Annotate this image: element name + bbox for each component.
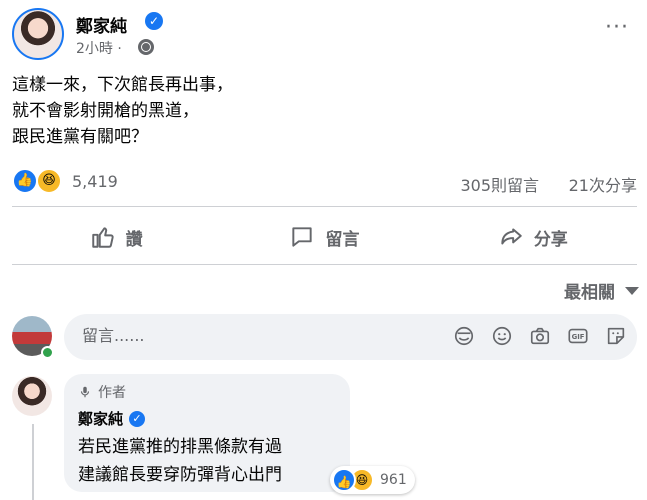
comment-count[interactable]: 305則留言 <box>460 172 539 196</box>
comment-line: 建議館長要穿防彈背心出門 <box>78 465 282 485</box>
action-bar: 讚 留言 分享 <box>12 212 637 262</box>
caret-down-icon <box>625 286 639 295</box>
sort-label: 最相關 <box>564 283 615 303</box>
comment-text: 若民進黨推的排黑條款有過 建議館長要穿防彈背心出門 <box>78 433 336 489</box>
gif-label: GIF <box>572 333 585 341</box>
comment-button[interactable]: 留言 <box>220 212 428 262</box>
comment-input[interactable] <box>82 326 442 345</box>
time-separator: · <box>117 41 122 57</box>
comment-item: 作者 鄭家純 ✓ 若民進黨推的排黑條款有過 建議館長要穿防彈背心出門 👍 😆 9… <box>12 374 637 500</box>
verified-icon: ✓ <box>129 410 146 427</box>
share-count[interactable]: 21次分享 <box>569 172 637 196</box>
composer-tools: GIF <box>453 325 627 347</box>
comment-reaction-count: 961 <box>380 472 407 488</box>
comment-reactions[interactable]: 👍 😆 961 <box>330 466 415 494</box>
sticker-icon[interactable] <box>605 325 627 347</box>
author-name[interactable]: 鄭家純 <box>76 12 127 37</box>
avatar-sticker-icon[interactable] <box>453 325 475 347</box>
like-icon[interactable]: 👍 <box>12 168 38 194</box>
divider <box>12 264 637 265</box>
author-badge: 作者 <box>78 382 336 402</box>
like-label: 讚 <box>125 229 143 250</box>
gif-icon[interactable]: GIF <box>567 325 589 347</box>
reaction-count[interactable]: 5,419 <box>72 172 118 191</box>
thread-line <box>32 424 34 500</box>
like-icon: 👍 <box>332 468 356 492</box>
post-header: 鄭家純 ✓ 2小時 · ··· <box>12 8 637 64</box>
reactions-summary: 👍 😆 5,419 305則留言 21次分享 <box>12 168 637 196</box>
comment-icon <box>292 227 313 247</box>
share-icon <box>501 228 522 245</box>
post-text: 這樣一來，下次館長再出事， 就不會影射開槍的黑道， 跟民進黨有關吧？ <box>12 72 632 150</box>
comment-line: 若民進黨推的排黑條款有過 <box>78 437 282 457</box>
commenter-avatar[interactable] <box>12 376 52 416</box>
author-badge-label: 作者 <box>98 385 126 401</box>
sort-dropdown[interactable]: 最相關 <box>564 278 639 303</box>
online-status-icon <box>41 346 54 359</box>
globe-icon[interactable] <box>138 39 154 55</box>
camera-icon[interactable] <box>529 325 551 347</box>
share-label: 分享 <box>533 229 568 250</box>
haha-icon[interactable]: 😆 <box>36 168 62 194</box>
post-timestamp[interactable]: 2小時 · <box>76 38 122 58</box>
comment-author-name[interactable]: 鄭家純 <box>78 408 123 429</box>
comment-bubble: 作者 鄭家純 ✓ 若民進黨推的排黑條款有過 建議館長要穿防彈背心出門 <box>64 374 350 492</box>
post-line: 就不會影射開槍的黑道， <box>12 101 199 121</box>
post-line: 這樣一來，下次館長再出事， <box>12 75 233 95</box>
comment-input-box[interactable]: GIF <box>64 314 637 360</box>
emoji-icon[interactable] <box>491 325 513 347</box>
post-time-text[interactable]: 2小時 <box>76 41 113 57</box>
author-avatar[interactable] <box>12 8 64 60</box>
share-button[interactable]: 分享 <box>429 212 637 262</box>
like-button[interactable]: 讚 <box>12 212 220 262</box>
mic-icon <box>80 386 90 398</box>
like-icon <box>91 227 114 248</box>
post-line: 跟民進黨有關吧？ <box>12 127 148 147</box>
divider <box>12 206 637 207</box>
comment-author: 鄭家純 ✓ <box>78 408 336 429</box>
more-icon[interactable]: ··· <box>605 17 629 39</box>
comment-composer: GIF <box>12 312 637 364</box>
comment-label: 留言 <box>325 229 360 250</box>
verified-icon: ✓ <box>145 12 163 30</box>
